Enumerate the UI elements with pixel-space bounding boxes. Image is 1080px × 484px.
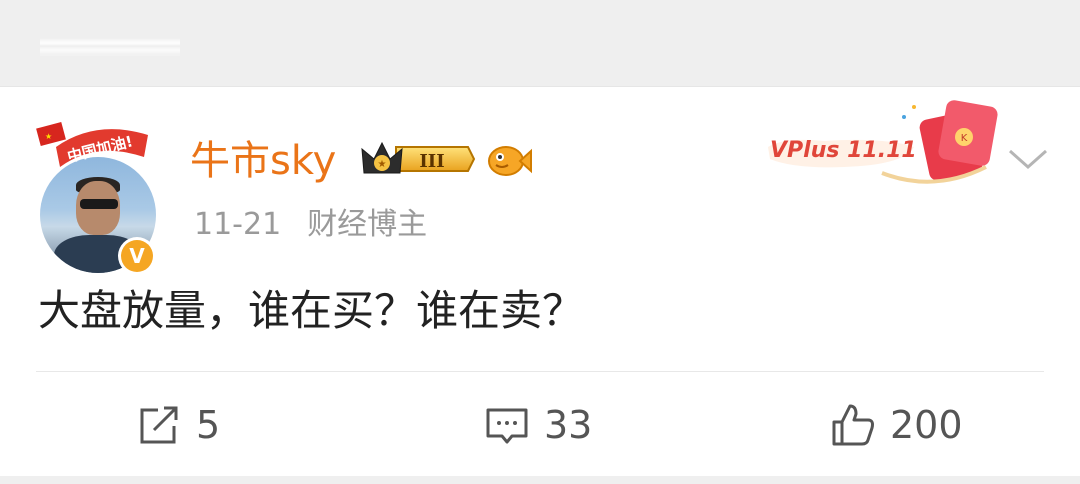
comment-button[interactable]: 33	[484, 373, 592, 477]
avatar-frame-badge: ★ 中国加油!	[36, 121, 148, 167]
post-meta: 11-21 财经博主	[194, 205, 427, 245]
top-bar	[0, 0, 1080, 86]
vplus-promo-banner[interactable]: VPlus 11.11 K	[764, 97, 1004, 193]
post-body-text: 大盘放量，谁在买？谁在卖？	[38, 286, 585, 335]
like-count: 200	[890, 403, 963, 447]
comment-icon	[486, 408, 528, 444]
svg-text:K: K	[961, 133, 968, 144]
post-card[interactable]: ★ 中国加油! V 牛市sky ★ III 11-21 财经博主 VPlus 1…	[0, 86, 1080, 477]
membership-level: III	[419, 151, 444, 172]
repost-button[interactable]: 5	[136, 373, 220, 477]
divider	[36, 371, 1044, 372]
post-source: 财经博主	[307, 207, 428, 242]
avatar[interactable]: ★ 中国加油! V	[36, 117, 156, 275]
comment-count: 33	[544, 403, 593, 447]
red-envelope-icon: K	[919, 100, 998, 181]
action-bar: 5 33 200	[0, 373, 1080, 477]
blurred-header-text	[40, 38, 180, 56]
repost-icon	[140, 406, 178, 444]
bottom-separator	[0, 476, 1080, 484]
svg-text:★: ★	[378, 159, 387, 170]
post-date: 11-21	[194, 207, 282, 242]
vip-crown-icon[interactable]: ★ III	[360, 139, 476, 179]
svg-text:★: ★	[45, 132, 52, 141]
promo-label: VPlus 11.11	[770, 138, 917, 163]
verified-badge: V	[118, 237, 156, 275]
username[interactable]: 牛市sky	[190, 137, 336, 185]
chevron-down-icon[interactable]	[1006, 143, 1050, 173]
like-button[interactable]: 200	[830, 373, 963, 477]
thumbs-up-icon	[832, 404, 874, 446]
repost-count: 5	[196, 403, 221, 447]
fish-badge-icon[interactable]	[486, 141, 532, 179]
verified-icon: V	[121, 240, 153, 272]
